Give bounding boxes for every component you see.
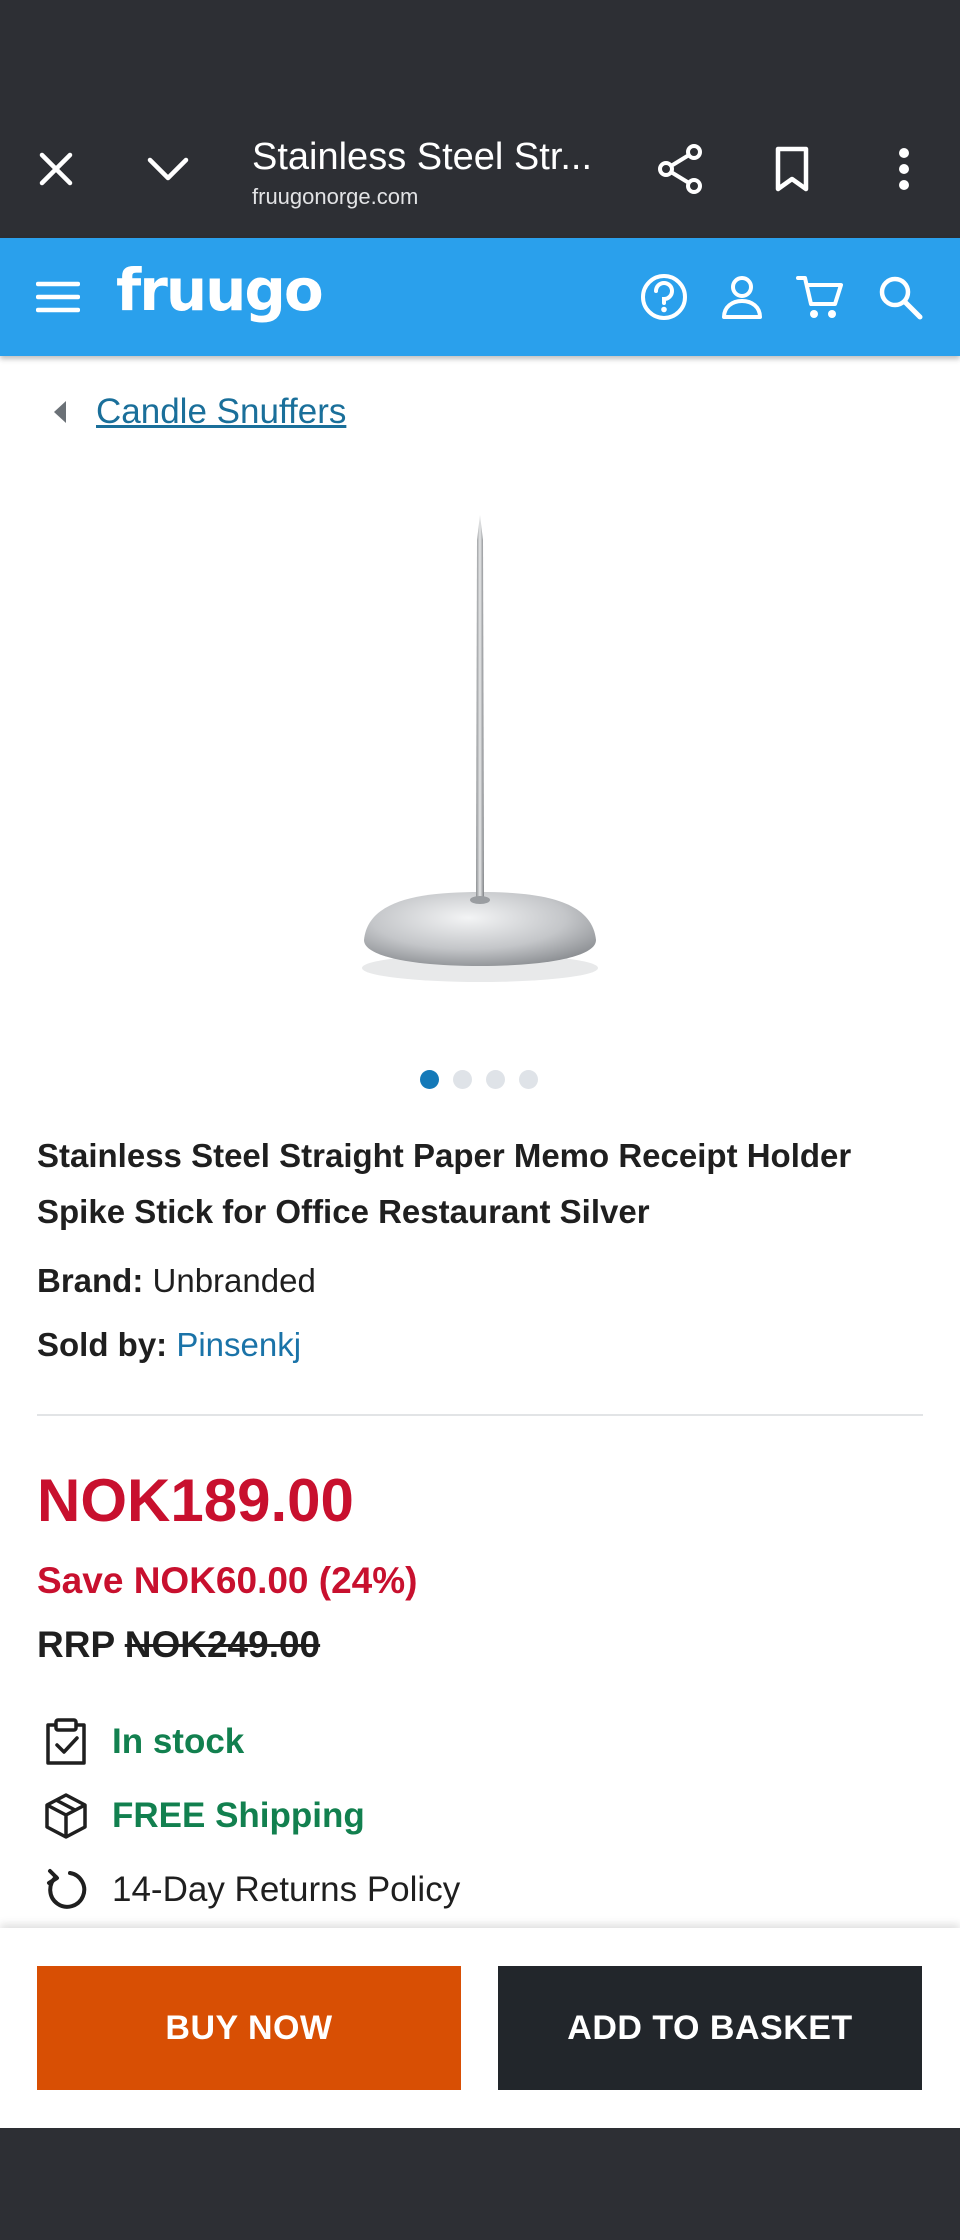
divider	[37, 1414, 923, 1416]
search-icon[interactable]	[872, 268, 928, 326]
package-icon	[40, 1790, 92, 1842]
brand-row: Brand: Unbranded	[37, 1262, 316, 1300]
rrp-label: RRP	[37, 1624, 115, 1665]
tab-title: Stainless Steel Str...	[252, 136, 593, 178]
browser-toolbar: Stainless Steel Str... fruugonorge.com	[0, 100, 960, 238]
product-price: NOK189.00	[37, 1467, 354, 1534]
close-icon[interactable]	[24, 134, 88, 204]
carousel-dot[interactable]	[453, 1070, 472, 1089]
help-icon[interactable]	[636, 268, 692, 326]
site-logo[interactable]: fruugo	[116, 256, 324, 324]
page-url[interactable]: fruugonorge.com	[252, 184, 418, 210]
savings-text: Save NOK60.00 (24%)	[37, 1560, 418, 1601]
seller-row: Sold by: Pinsenkj	[37, 1326, 301, 1364]
chevron-down-icon[interactable]	[136, 134, 200, 204]
breadcrumb: Candle Snuffers	[50, 392, 346, 432]
feature-returns: 14-Day Returns Policy	[40, 1864, 460, 1916]
menu-icon[interactable]	[30, 266, 86, 328]
site-header: fruugo	[0, 238, 960, 356]
seller-label: Sold by:	[37, 1326, 168, 1363]
share-icon[interactable]	[648, 134, 712, 204]
feature-shipping: FREE Shipping	[40, 1790, 365, 1842]
account-icon[interactable]	[716, 268, 768, 326]
status-bar	[0, 0, 960, 100]
carousel-dot[interactable]	[519, 1070, 538, 1089]
product-title: Stainless Steel Straight Paper Memo Rece…	[37, 1137, 852, 1230]
more-vertical-icon[interactable]	[872, 134, 936, 204]
cart-icon[interactable]	[792, 268, 848, 326]
carousel-dot[interactable]	[486, 1070, 505, 1089]
returns-arrow-icon	[40, 1864, 92, 1916]
product-image[interactable]	[340, 500, 620, 1000]
feature-in-stock: In stock	[40, 1716, 244, 1768]
brand-label: Brand:	[37, 1262, 144, 1299]
rrp-row: RRP NOK249.00	[37, 1624, 320, 1666]
returns-text: 14-Day Returns Policy	[112, 1870, 461, 1909]
system-nav-bar	[0, 2128, 960, 2240]
seller-link[interactable]: Pinsenkj	[176, 1326, 301, 1363]
breadcrumb-link[interactable]: Candle Snuffers	[96, 392, 346, 432]
stock-status: In stock	[112, 1722, 245, 1761]
brand-value: Unbranded	[152, 1262, 316, 1299]
caret-left-icon	[54, 401, 66, 423]
add-to-basket-button[interactable]: ADD TO BASKET	[498, 1966, 922, 2090]
rrp-value: NOK249.00	[124, 1624, 321, 1665]
purchase-bar: BUY NOW ADD TO BASKET	[0, 1928, 960, 2128]
image-carousel-dots	[420, 1070, 538, 1089]
clipboard-check-icon	[40, 1716, 92, 1768]
carousel-dot[interactable]	[420, 1070, 439, 1089]
shipping-text: FREE Shipping	[112, 1796, 365, 1835]
buy-now-button[interactable]: BUY NOW	[37, 1966, 461, 2090]
bookmark-icon[interactable]	[760, 134, 824, 204]
